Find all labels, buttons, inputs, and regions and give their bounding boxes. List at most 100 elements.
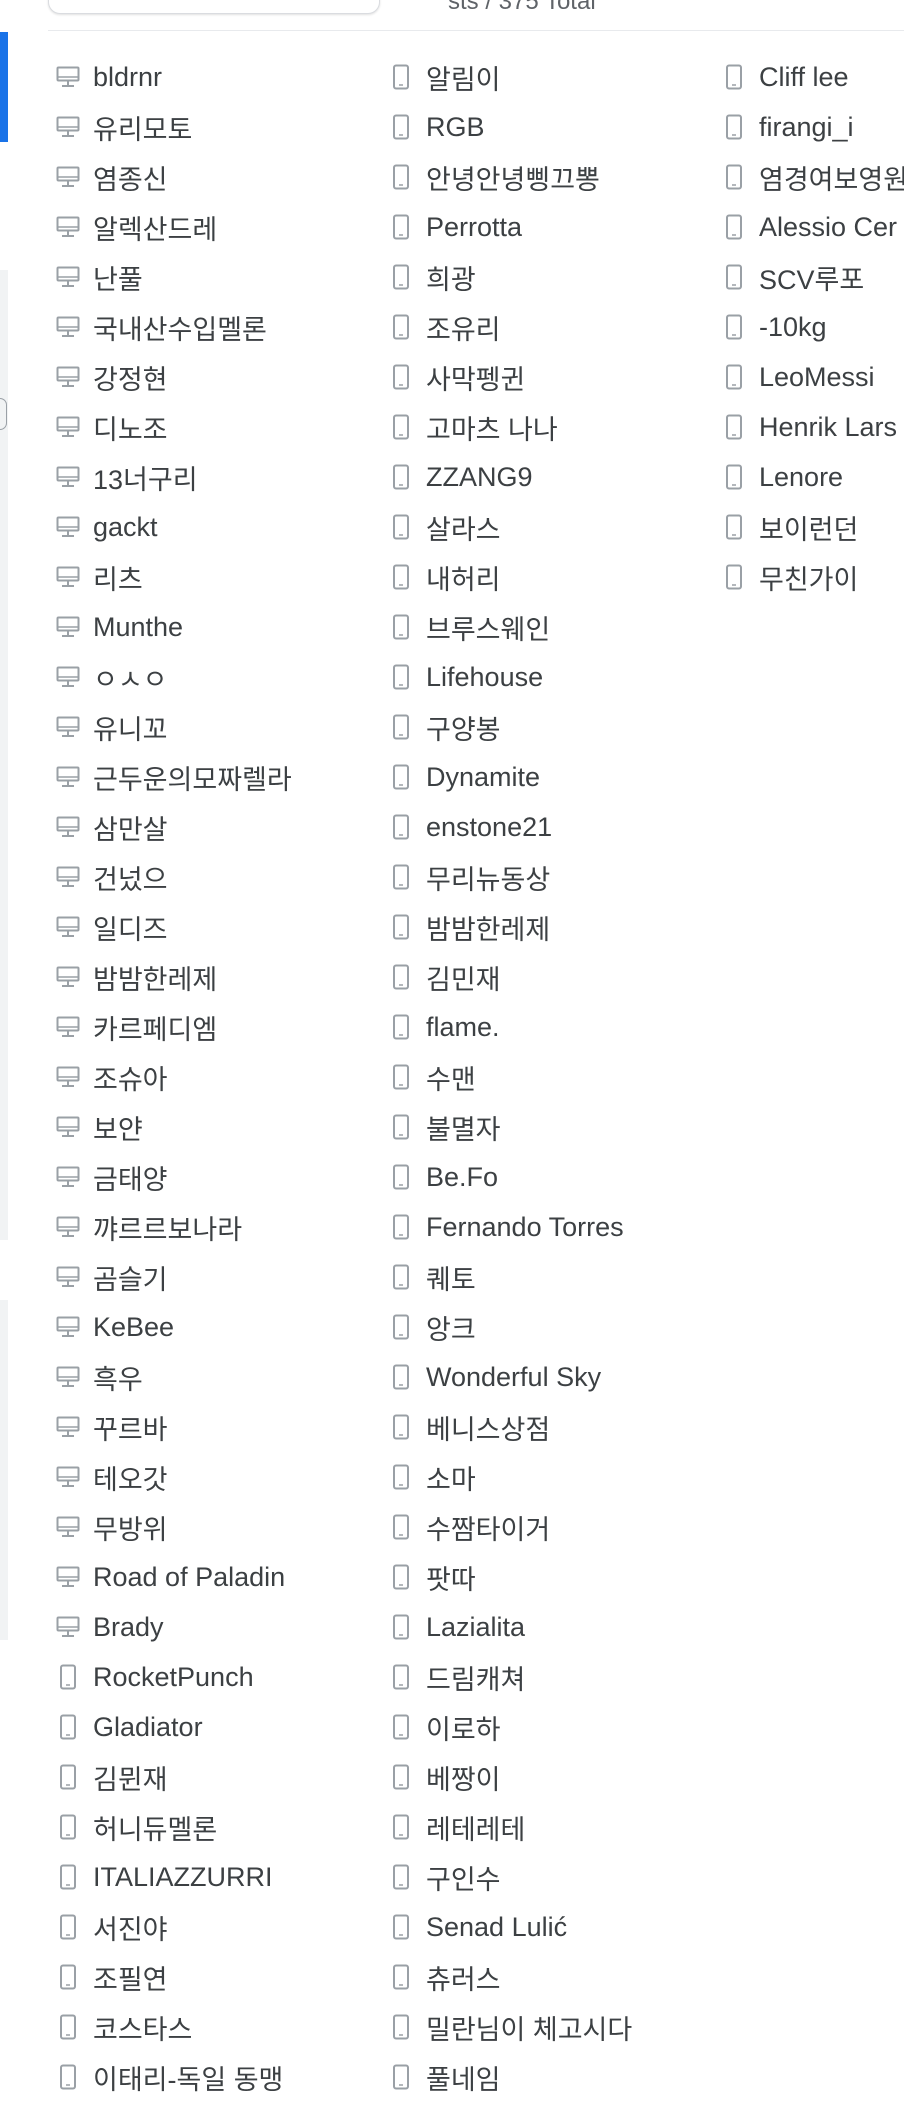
user-list-item[interactable]: 이태리-독일 동맹 — [48, 2052, 381, 2102]
user-list-item[interactable]: 이로하 — [381, 1702, 714, 1752]
user-list-item[interactable]: Brady — [48, 1602, 381, 1652]
user-list-item[interactable]: SCV루포 — [714, 252, 904, 302]
user-name: 보얀 — [93, 1114, 143, 1145]
user-list-item[interactable]: 꺄르르보나라 — [48, 1202, 381, 1252]
user-list-item[interactable]: 베니스상점 — [381, 1402, 714, 1452]
user-list-item[interactable]: LeoMessi — [714, 352, 904, 402]
user-list-item[interactable]: 앙크 — [381, 1302, 714, 1352]
user-list-item[interactable]: enstone21 — [381, 802, 714, 852]
user-name: 김민재 — [426, 964, 501, 995]
user-list-item[interactable]: Gladiator — [48, 1702, 381, 1752]
user-list-item[interactable]: 조슈아 — [48, 1052, 381, 1102]
user-list-item[interactable]: 밤밤한레제 — [381, 902, 714, 952]
user-list-item[interactable]: Lifehouse — [381, 652, 714, 702]
user-list-item[interactable]: Alessio Cer — [714, 202, 904, 252]
user-list-item[interactable]: ZZANG9 — [381, 452, 714, 502]
user-list-item[interactable]: 드림캐쳐 — [381, 1652, 714, 1702]
user-list-item[interactable]: bldrnr — [48, 52, 381, 102]
user-list-item[interactable]: 리츠 — [48, 552, 381, 602]
user-list-item[interactable]: Perrotta — [381, 202, 714, 252]
user-list-item[interactable]: 퀘토 — [381, 1252, 714, 1302]
user-list-item[interactable]: ITALIAZZURRI — [48, 1852, 381, 1902]
user-list-item[interactable]: 고마츠 나나 — [381, 402, 714, 452]
user-list-item[interactable]: 난풀 — [48, 252, 381, 302]
user-list-item[interactable]: Munthe — [48, 602, 381, 652]
user-list-item[interactable]: Fernando Torres — [381, 1202, 714, 1252]
user-list-item[interactable]: 소마 — [381, 1452, 714, 1502]
mobile-icon — [381, 252, 421, 302]
user-list-item[interactable]: 수맨 — [381, 1052, 714, 1102]
user-name: 구인수 — [426, 1864, 501, 1895]
user-list-item[interactable]: 흑우 — [48, 1352, 381, 1402]
user-list-item[interactable]: 김뮌재 — [48, 1752, 381, 1802]
user-list-item[interactable]: 염종신 — [48, 152, 381, 202]
user-list-item[interactable]: gackt — [48, 502, 381, 552]
user-list-item[interactable]: 13너구리 — [48, 452, 381, 502]
user-list-item[interactable]: 보이런던 — [714, 502, 904, 552]
user-list-item[interactable]: 팟따 — [381, 1552, 714, 1602]
user-list-item[interactable]: firangi_i — [714, 102, 904, 152]
user-list-item[interactable]: Road of Paladin — [48, 1552, 381, 1602]
user-list-item[interactable]: RGB — [381, 102, 714, 152]
user-list-item[interactable]: 밀란님이 체고시다 — [381, 2002, 714, 2052]
user-list-item[interactable]: -10kg — [714, 302, 904, 352]
user-list-item[interactable]: 구양봉 — [381, 702, 714, 752]
user-list-item[interactable]: ㅇㅅㅇ — [48, 652, 381, 702]
user-list-item[interactable]: 밤밤한레제 — [48, 952, 381, 1002]
user-list-item[interactable]: Be.Fo — [381, 1152, 714, 1202]
user-list-item[interactable]: 국내산수입멜론 — [48, 302, 381, 352]
user-list-item[interactable]: 무친가이 — [714, 552, 904, 602]
user-list-item[interactable]: Henrik Lars — [714, 402, 904, 452]
user-list-item[interactable]: 조필연 — [48, 1952, 381, 2002]
user-list-item[interactable]: 츄러스 — [381, 1952, 714, 2002]
user-list-item[interactable]: 카르페디엠 — [48, 1002, 381, 1052]
user-list-item[interactable]: 디노조 — [48, 402, 381, 452]
user-list-item[interactable]: 김민재 — [381, 952, 714, 1002]
user-list-item[interactable]: 보얀 — [48, 1102, 381, 1152]
user-list-item[interactable]: 레테레테 — [381, 1802, 714, 1852]
user-name: 국내산수입멜론 — [93, 314, 267, 345]
user-list-item[interactable]: Lenore — [714, 452, 904, 502]
user-list-item[interactable]: 유리모토 — [48, 102, 381, 152]
user-list-item[interactable]: RocketPunch — [48, 1652, 381, 1702]
user-list-item[interactable]: 구인수 — [381, 1852, 714, 1902]
user-list-item[interactable]: 내허리 — [381, 552, 714, 602]
user-list-item[interactable]: KeBee — [48, 1302, 381, 1352]
user-list-item[interactable]: 삼만살 — [48, 802, 381, 852]
user-list-item[interactable]: 일디즈 — [48, 902, 381, 952]
user-list-item[interactable]: flame. — [381, 1002, 714, 1052]
user-list-item[interactable]: 살라스 — [381, 502, 714, 552]
user-list-item[interactable]: 사막펭귄 — [381, 352, 714, 402]
user-list-item[interactable]: 강정현 — [48, 352, 381, 402]
user-list-item[interactable]: 유니꼬 — [48, 702, 381, 752]
user-list-item[interactable]: 서진야 — [48, 1902, 381, 1952]
user-list-item[interactable]: 꾸르바 — [48, 1402, 381, 1452]
user-list-item[interactable]: 알림이 — [381, 52, 714, 102]
user-list-item[interactable]: 허니듀멜론 — [48, 1802, 381, 1852]
user-list-item[interactable]: 금태양 — [48, 1152, 381, 1202]
user-list-item[interactable]: 조유리 — [381, 302, 714, 352]
user-list-item[interactable]: 풀네임 — [381, 2052, 714, 2102]
user-list-item[interactable]: Lazialita — [381, 1602, 714, 1652]
user-list-item[interactable]: 알렉산드레 — [48, 202, 381, 252]
user-list-item[interactable]: Senad Lulić — [381, 1902, 714, 1952]
user-list-item[interactable]: 테오갓 — [48, 1452, 381, 1502]
user-list-item[interactable]: 희광 — [381, 252, 714, 302]
user-list-item[interactable]: 건넜으 — [48, 852, 381, 902]
user-list-item[interactable]: Dynamite — [381, 752, 714, 802]
user-list-item[interactable]: 무방위 — [48, 1502, 381, 1552]
search-box[interactable] — [48, 0, 380, 14]
user-list-item[interactable]: Wonderful Sky — [381, 1352, 714, 1402]
user-list-item[interactable]: 브루스웨인 — [381, 602, 714, 652]
user-list-item[interactable]: 베짱이 — [381, 1752, 714, 1802]
user-list-item[interactable]: 염경여보영원 — [714, 152, 904, 202]
user-list-item[interactable]: 코스타스 — [48, 2002, 381, 2052]
user-list-item[interactable]: 곰슬기 — [48, 1252, 381, 1302]
user-list-item[interactable]: 근두운의모짜렐라 — [48, 752, 381, 802]
user-list-item[interactable]: Cliff lee — [714, 52, 904, 102]
user-list-item[interactable]: 불멸자 — [381, 1102, 714, 1152]
user-list-item[interactable]: 안녕안녕삥끄뽕 — [381, 152, 714, 202]
user-list-item[interactable]: 무리뉴동상 — [381, 852, 714, 902]
user-list-item[interactable]: 수짬타이거 — [381, 1502, 714, 1552]
mobile-icon — [381, 2002, 421, 2052]
